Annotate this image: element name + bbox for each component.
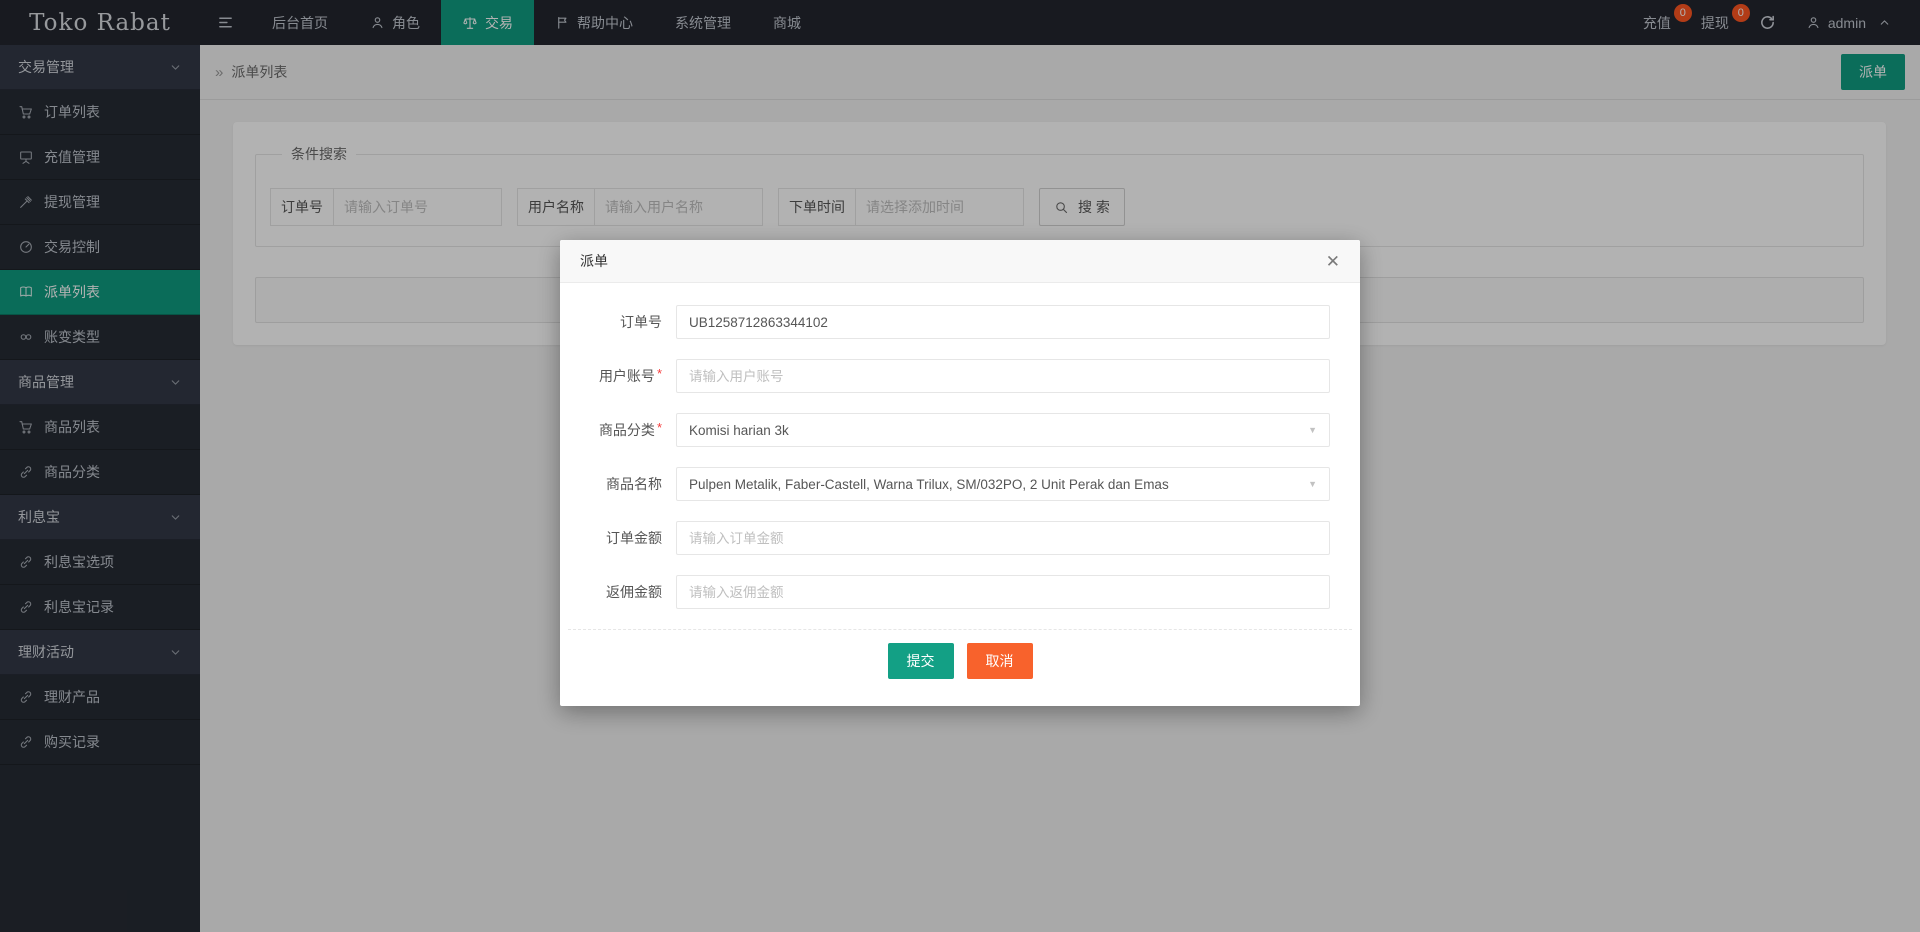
product-name-select[interactable]: Pulpen Metalik, Faber-Castell, Warna Tri… (676, 467, 1330, 501)
product-name-value: Pulpen Metalik, Faber-Castell, Warna Tri… (689, 477, 1169, 492)
user-account-input[interactable] (676, 359, 1330, 393)
dispatch-modal: 派单 ✕ 订单号 用户账号* 商品分类* Komisi harian 3k ▼ … (560, 240, 1360, 706)
order-no-label: 订单号 (580, 312, 662, 332)
modal-header: 派单 ✕ (560, 240, 1360, 283)
product-name-row: 商品名称 Pulpen Metalik, Faber-Castell, Warn… (580, 467, 1330, 501)
order-amount-row: 订单金额 (580, 521, 1330, 555)
submit-button[interactable]: 提交 (888, 643, 954, 679)
required-marker: * (657, 420, 662, 435)
modal-title: 派单 (580, 251, 608, 271)
rebate-amount-row: 返佣金额 (580, 575, 1330, 609)
modal-footer: 提交 取消 (560, 630, 1360, 706)
user-account-row: 用户账号* (580, 359, 1330, 393)
order-no-input[interactable] (676, 305, 1330, 339)
rebate-amount-input[interactable] (676, 575, 1330, 609)
product-name-label: 商品名称 (580, 474, 662, 494)
cancel-button[interactable]: 取消 (967, 643, 1033, 679)
dropdown-arrow-icon: ▼ (1308, 479, 1317, 489)
rebate-amount-label: 返佣金额 (580, 582, 662, 602)
dropdown-arrow-icon: ▼ (1308, 425, 1317, 435)
product-category-value: Komisi harian 3k (689, 423, 789, 438)
product-category-label: 商品分类* (580, 420, 662, 440)
product-category-select[interactable]: Komisi harian 3k ▼ (676, 413, 1330, 447)
order-no-row: 订单号 (580, 305, 1330, 339)
required-marker: * (657, 366, 662, 381)
close-icon[interactable]: ✕ (1326, 253, 1340, 270)
order-amount-input[interactable] (676, 521, 1330, 555)
order-amount-label: 订单金额 (580, 528, 662, 548)
product-category-row: 商品分类* Komisi harian 3k ▼ (580, 413, 1330, 447)
user-account-label: 用户账号* (580, 366, 662, 386)
modal-body: 订单号 用户账号* 商品分类* Komisi harian 3k ▼ 商品名称 … (560, 283, 1360, 609)
